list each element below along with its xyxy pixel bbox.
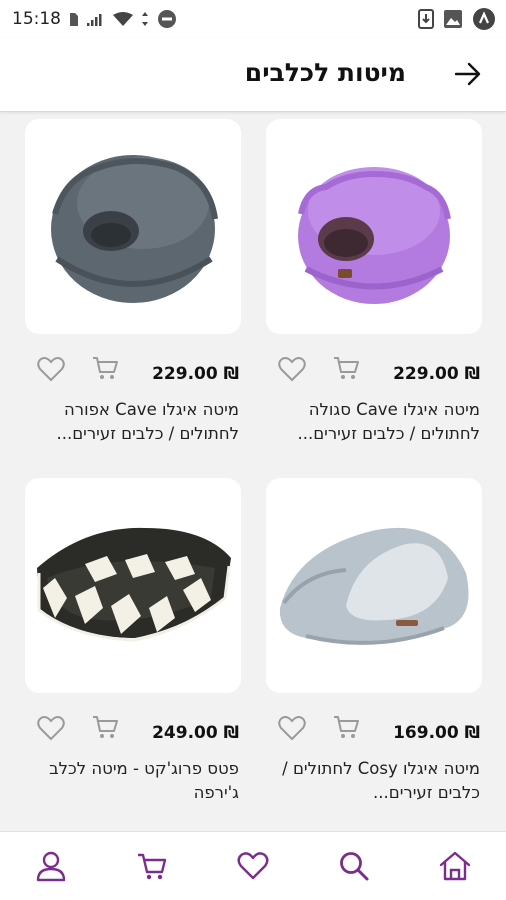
card-actions: 249.00 ₪ — [25, 707, 241, 759]
back-button[interactable] — [452, 58, 484, 90]
giraffe-dog-bed-image — [37, 527, 231, 642]
status-left: 15:18 — [12, 9, 177, 29]
favorite-button[interactable] — [278, 715, 306, 741]
cart-icon — [334, 357, 359, 379]
card-actions: 229.00 ₪ — [25, 348, 241, 400]
cosy-igloo-bed-image — [279, 527, 469, 645]
signal-icon — [87, 12, 105, 26]
data-arrows-icon — [141, 12, 149, 26]
product-image[interactable] — [25, 478, 241, 693]
app-badge-icon — [472, 7, 496, 31]
card-actions: 169.00 ₪ — [266, 707, 482, 759]
wifi-icon — [113, 11, 133, 27]
dnd-icon — [157, 9, 177, 29]
product-card: 229.00 ₪ מיטה איגלו Cave סגולה לחתולים /… — [266, 119, 482, 446]
page-title: מיטות לכלבים — [244, 58, 406, 87]
cart-icon — [93, 357, 118, 379]
heart-icon — [237, 852, 269, 880]
heart-outline-icon — [37, 716, 65, 741]
home-icon — [440, 851, 471, 881]
heart-outline-icon — [37, 357, 65, 382]
add-to-cart-button[interactable] — [332, 354, 360, 382]
favorite-button[interactable] — [37, 715, 65, 741]
nav-search[interactable] — [329, 841, 379, 891]
product-name[interactable]: מיטה איגלו Cave סגולה לחתולים / כלבים זע… — [266, 398, 482, 446]
nav-favorites[interactable] — [228, 841, 278, 891]
status-time: 15:18 — [12, 9, 61, 29]
status-right — [418, 7, 496, 31]
bottom-nav — [0, 831, 506, 900]
image-icon — [444, 10, 462, 28]
add-to-cart-button[interactable] — [332, 713, 360, 741]
product-price: 229.00 ₪ — [152, 364, 239, 384]
product-price: 249.00 ₪ — [152, 723, 239, 743]
add-to-cart-button[interactable] — [91, 354, 119, 382]
search-icon — [340, 852, 369, 881]
app-header: מיטות לכלבים — [0, 38, 506, 112]
product-card: 229.00 ₪ מיטה איגלו Cave אפורה לחתולים /… — [25, 119, 241, 446]
cart-icon — [334, 716, 359, 738]
product-name[interactable]: מיטה איגלו Cave אפורה לחתולים / כלבים זע… — [25, 398, 241, 446]
arrow-right-icon — [454, 62, 481, 86]
user-icon — [36, 851, 65, 882]
nav-cart[interactable] — [127, 841, 177, 891]
cart-icon — [93, 716, 118, 738]
nav-home[interactable] — [430, 841, 480, 891]
product-price: 229.00 ₪ — [393, 364, 480, 384]
product-image[interactable] — [25, 119, 241, 334]
product-price: 169.00 ₪ — [393, 723, 480, 743]
product-name[interactable]: מיטה איגלו Cosy לחתולים / כלבים זעירים..… — [266, 757, 482, 805]
card-actions: 229.00 ₪ — [266, 348, 482, 400]
nav-account[interactable] — [26, 841, 76, 891]
product-grid: 229.00 ₪ מיטה איגלו Cave סגולה לחתולים /… — [0, 113, 506, 831]
heart-outline-icon — [278, 716, 306, 741]
favorite-button[interactable] — [278, 356, 306, 382]
sim-icon — [69, 12, 79, 27]
product-image[interactable] — [266, 478, 482, 693]
purple-cave-bed-image — [298, 167, 451, 304]
status-bar: 15:18 — [0, 0, 506, 38]
gray-cave-bed-image — [51, 155, 218, 303]
favorite-button[interactable] — [37, 356, 65, 382]
product-name[interactable]: פטס פרוג'קט - מיטה לכלב ג'ירפה — [25, 757, 241, 805]
product-card: 169.00 ₪ מיטה איגלו Cosy לחתולים / כלבים… — [266, 478, 482, 805]
cart-icon — [137, 853, 166, 880]
product-image[interactable] — [266, 119, 482, 334]
add-to-cart-button[interactable] — [91, 713, 119, 741]
download-icon — [418, 9, 434, 29]
product-card: 249.00 ₪ פטס פרוג'קט - מיטה לכלב ג'ירפה — [25, 478, 241, 805]
heart-outline-icon — [278, 357, 306, 382]
